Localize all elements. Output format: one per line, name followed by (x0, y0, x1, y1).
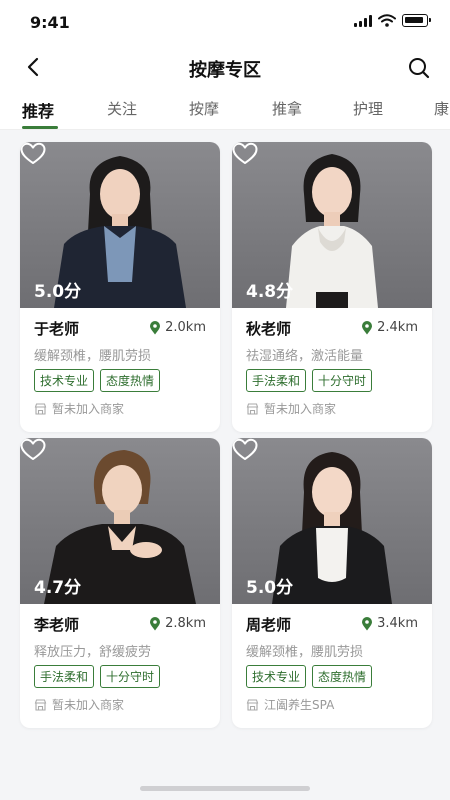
therapist-card[interactable]: 5.0分 于老师 2.0km 缓解颈椎，腰肌劳损 技术专业 态度热情 暂未加入商… (20, 142, 220, 432)
cellular-signal-icon (354, 14, 372, 27)
skill-tag: 手法柔和 (246, 369, 307, 392)
distance: 2.0km (149, 320, 206, 335)
shop-info: 暂未加入商家 (34, 696, 124, 713)
store-icon (34, 402, 47, 415)
tag-list: 手法柔和 十分守时 (246, 369, 373, 392)
skill-tag: 技术专业 (246, 665, 307, 688)
shop-info: 江阖养生SPA (246, 696, 334, 713)
therapist-description: 祛湿通络，激活能量 (246, 349, 364, 364)
tab-tuina[interactable]: 推拿 (272, 98, 302, 119)
shop-name: 暂未加入商家 (52, 402, 125, 416)
wifi-icon (378, 14, 396, 27)
distance: 3.4km (361, 616, 418, 631)
tab-wellness[interactable]: 康 (434, 98, 449, 119)
search-icon (409, 58, 430, 79)
location-pin-icon (362, 320, 373, 334)
skill-tag: 手法柔和 (34, 665, 95, 688)
therapist-name: 周老师 (246, 616, 292, 634)
location-pin-icon (362, 616, 373, 630)
therapist-description: 缓解颈椎，腰肌劳损 (34, 349, 152, 364)
heart-icon[interactable] (20, 438, 46, 462)
tag-list: 手法柔和 十分守时 (34, 665, 161, 688)
therapist-description: 释放压力，舒缓疲劳 (34, 645, 152, 660)
distance-value: 2.0km (165, 320, 206, 335)
therapist-rating: 5.0分 (34, 282, 82, 302)
shop-name: 暂未加入商家 (52, 698, 125, 712)
home-indicator[interactable] (140, 786, 310, 791)
distance-value: 2.8km (165, 616, 206, 631)
nav-bar: 按摩专区 (0, 44, 450, 90)
tab-massage[interactable]: 按摩 (189, 98, 219, 119)
status-time: 9:41 (30, 13, 70, 32)
skill-tag: 态度热情 (100, 369, 161, 392)
active-tab-indicator (22, 126, 58, 129)
tab-care[interactable]: 护理 (353, 98, 383, 119)
shop-name: 江阖养生SPA (264, 698, 335, 712)
therapist-photo: 5.0分 (20, 142, 220, 308)
tag-list: 技术专业 态度热情 (34, 369, 161, 392)
shop-name: 暂未加入商家 (264, 402, 337, 416)
distance: 2.4km (361, 320, 418, 335)
skill-tag: 技术专业 (34, 369, 95, 392)
store-icon (246, 402, 259, 415)
skill-tag: 十分守时 (100, 665, 161, 688)
page-title: 按摩专区 (189, 60, 261, 81)
tab-recommend[interactable]: 推荐 (22, 98, 54, 122)
shop-info: 暂未加入商家 (246, 400, 336, 417)
tag-list: 技术专业 态度热情 (246, 665, 373, 688)
search-button[interactable] (404, 53, 434, 83)
location-pin-icon (150, 320, 161, 334)
therapist-description: 缓解颈椎，腰肌劳损 (246, 645, 364, 660)
tab-follow[interactable]: 关注 (107, 98, 137, 119)
therapist-card[interactable]: 5.0分 周老师 3.4km 缓解颈椎，腰肌劳损 技术专业 态度热情 江阖养生S… (232, 438, 432, 728)
therapist-rating: 5.0分 (246, 578, 294, 598)
status-bar: 9:41 (0, 0, 450, 44)
heart-icon[interactable] (232, 438, 258, 462)
skill-tag: 态度热情 (312, 665, 373, 688)
system-icons (354, 14, 431, 27)
therapist-rating: 4.8分 (246, 282, 294, 302)
therapist-card[interactable]: 4.8分 秋老师 2.4km 祛湿通络，激活能量 手法柔和 十分守时 暂未加入商… (232, 142, 432, 432)
distance-value: 3.4km (377, 616, 418, 631)
distance: 2.8km (149, 616, 206, 631)
heart-icon[interactable] (20, 142, 46, 166)
skill-tag: 十分守时 (312, 369, 373, 392)
category-tabs: 推荐 关注 按摩 推拿 护理 康 (0, 90, 450, 130)
heart-icon[interactable] (232, 142, 258, 166)
store-icon (246, 698, 259, 711)
battery-icon (402, 14, 431, 27)
therapist-photo: 4.7分 (20, 438, 220, 604)
therapist-photo: 4.8分 (232, 142, 432, 308)
therapist-photo: 5.0分 (232, 438, 432, 604)
therapist-card[interactable]: 4.7分 李老师 2.8km 释放压力，舒缓疲劳 手法柔和 十分守时 暂未加入商… (20, 438, 220, 728)
therapist-name: 李老师 (34, 616, 80, 634)
shop-info: 暂未加入商家 (34, 400, 124, 417)
therapist-name: 秋老师 (246, 320, 292, 338)
distance-value: 2.4km (377, 320, 418, 335)
therapist-name: 于老师 (34, 320, 80, 338)
location-pin-icon (150, 616, 161, 630)
therapist-rating: 4.7分 (34, 578, 82, 598)
store-icon (34, 698, 47, 711)
